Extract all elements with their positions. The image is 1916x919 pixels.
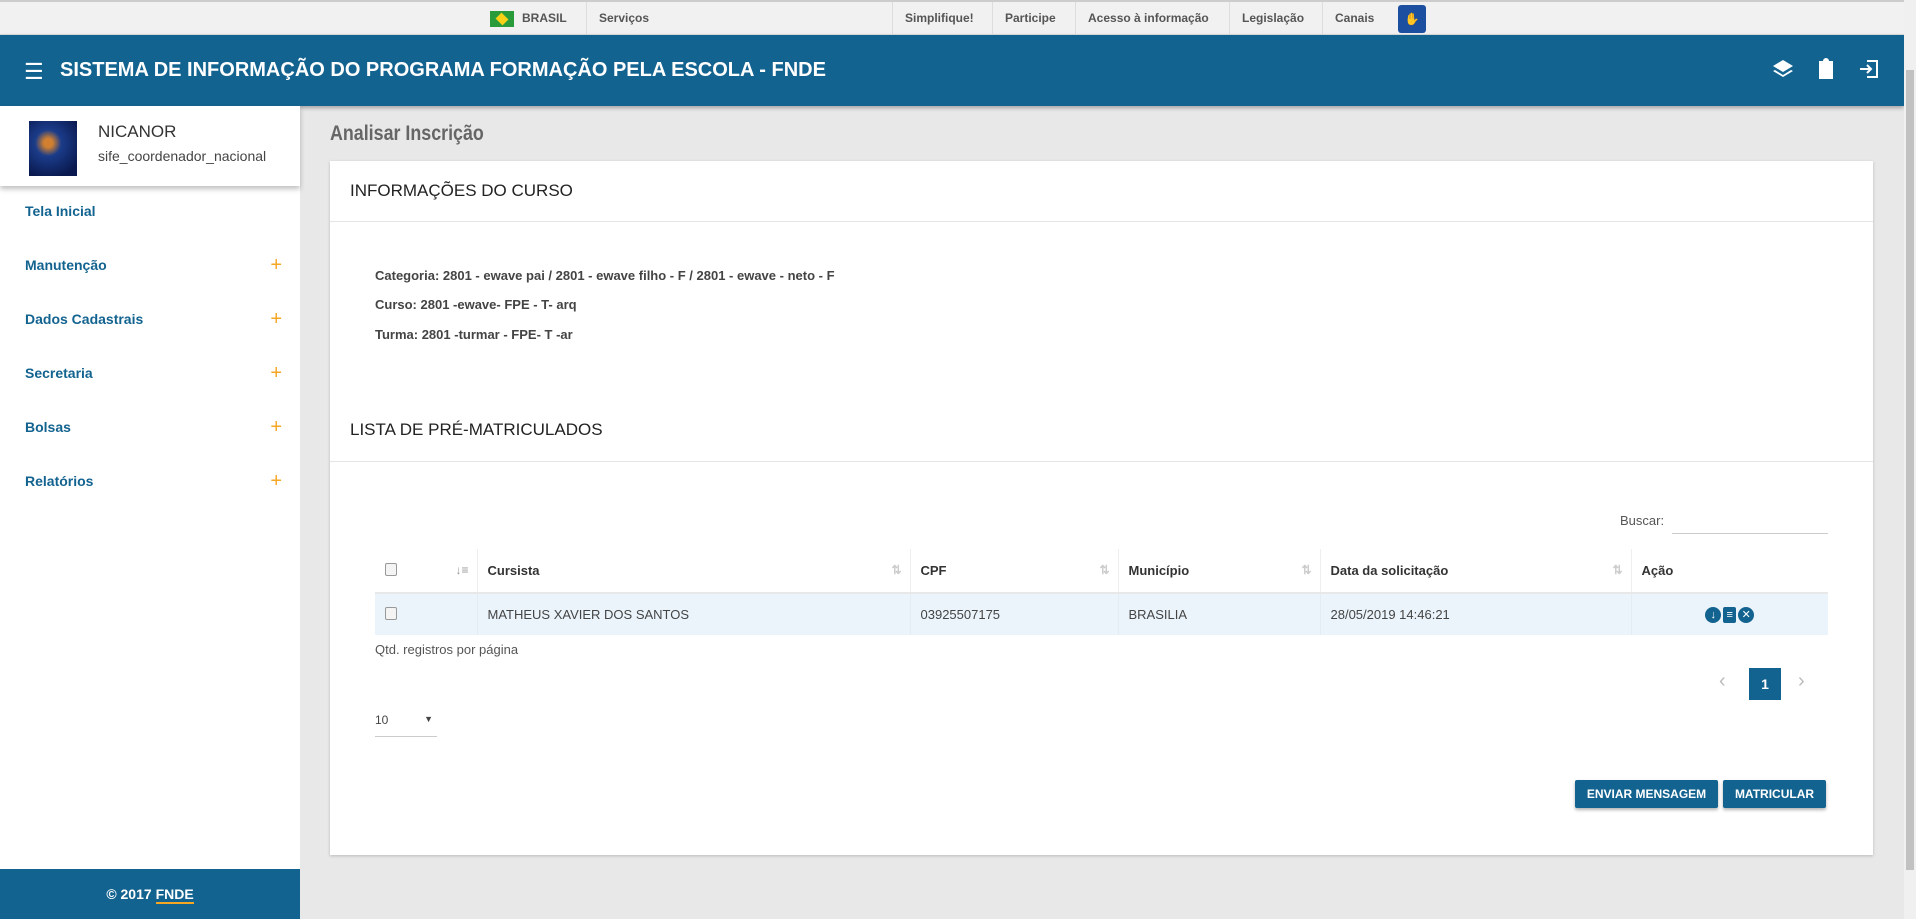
column-label: Data da solicitação [1330, 563, 1449, 578]
per-page-value: 10 [375, 713, 389, 727]
divider [330, 461, 1873, 462]
municipio-cell: BRASILIA [1118, 593, 1321, 635]
per-page-label: Qtd. registros por página [375, 642, 519, 657]
app-header: ☰ SISTEMA DE INFORMAÇÃO DO PROGRAMA FORM… [0, 35, 1904, 106]
course-name: Curso: 2801 -ewave- FPE - T- arq [375, 297, 577, 312]
sidebar-item-dados-cadastrais[interactable]: Dados Cadastrais + [0, 299, 300, 339]
enroll-button[interactable]: MATRICULAR [1723, 780, 1826, 808]
sidebar-item-label: Bolsas [25, 419, 71, 435]
sidebar-item-secretaria[interactable]: Secretaria + [0, 353, 300, 393]
prev-page-icon[interactable]: ‹ [1719, 670, 1726, 693]
send-message-button[interactable]: ENVIAR MENSAGEM [1575, 780, 1718, 808]
gov-top-bar: BRASIL Serviços Simplifique! Participe A… [0, 0, 1904, 35]
sort-icon[interactable]: ↓≡ [455, 563, 468, 577]
brasil-link[interactable]: BRASIL [478, 2, 579, 35]
column-label: CPF [920, 563, 947, 578]
layers-icon[interactable] [1771, 57, 1797, 83]
column-label: Cursista [487, 563, 540, 578]
servicos-link[interactable]: Serviços [586, 2, 892, 35]
table-row: MATHEUS XAVIER DOS SANTOS 03925507175 BR… [375, 593, 1828, 635]
row-select-cell [375, 593, 478, 635]
sidebar-item-label: Relatórios [25, 473, 94, 489]
plus-icon: + [270, 254, 282, 276]
course-class: Turma: 2801 -turmar - FPE- T -ar [375, 327, 573, 342]
plus-icon: + [270, 470, 282, 492]
sidebar-item-label: Dados Cadastrais [25, 311, 144, 327]
actions-cell: ↓ ≡ ✕ [1631, 593, 1828, 635]
canais-link[interactable]: Canais [1322, 2, 1392, 35]
column-header-data[interactable]: Data da solicitação ⇅ [1320, 549, 1632, 594]
sidebar-item-manutencao[interactable]: Manutenção + [0, 245, 300, 285]
column-header-acao: Ação [1631, 549, 1828, 594]
accessibility-icon[interactable]: ✋ [1398, 5, 1426, 33]
plus-icon: + [270, 308, 282, 330]
sort-icon: ⇅ [1099, 563, 1110, 577]
sidebar-item-relatorios[interactable]: Relatórios + [0, 461, 300, 501]
page-1-button[interactable]: 1 [1749, 668, 1781, 700]
per-page-select[interactable]: 10 ▼ [375, 713, 437, 737]
sidebar-item-bolsas[interactable]: Bolsas + [0, 407, 300, 447]
fnde-link[interactable]: FNDE [155, 886, 194, 904]
clipboard-icon[interactable] [1814, 57, 1840, 83]
data-cell: 28/05/2019 14:46:21 [1320, 593, 1632, 635]
cancel-circle-icon[interactable]: ✕ [1738, 607, 1755, 623]
column-label: Ação [1641, 563, 1674, 578]
cpf-cell: 03925507175 [910, 593, 1119, 635]
sidebar-item-label: Manutenção [25, 257, 107, 273]
next-page-icon[interactable]: › [1798, 670, 1805, 693]
select-all-checkbox[interactable] [385, 562, 397, 576]
column-label: Município [1128, 563, 1190, 578]
row-checkbox[interactable] [385, 606, 397, 620]
logout-icon[interactable] [1857, 57, 1883, 83]
sort-icon: ⇅ [891, 563, 902, 577]
legislacao-link[interactable]: Legislação [1229, 2, 1316, 35]
menu-icon[interactable]: ☰ [24, 59, 44, 85]
cloud-download-icon[interactable]: ↓ [1705, 607, 1722, 623]
column-header-municipio[interactable]: Município ⇅ [1118, 549, 1321, 594]
sidebar-item-tela-inicial[interactable]: Tela Inicial [0, 191, 300, 231]
dropdown-arrow-icon: ▼ [424, 714, 433, 724]
user-role: sife_coordenador_nacional [98, 148, 267, 164]
search-label: Buscar: [1620, 513, 1665, 528]
cursista-cell: MATHEUS XAVIER DOS SANTOS [477, 593, 911, 635]
brazil-flag-icon [490, 10, 514, 27]
divider [330, 221, 1873, 222]
sidebar-item-label: Secretaria [25, 365, 93, 381]
sidebar: NICANOR sife_coordenador_nacional Tela I… [0, 106, 300, 919]
course-info-heading: INFORMAÇÕES DO CURSO [350, 181, 573, 200]
plus-icon: + [270, 362, 282, 384]
scrollbar-thumb[interactable] [1906, 70, 1914, 870]
app-title: SISTEMA DE INFORMAÇÃO DO PROGRAMA FORMAÇ… [60, 59, 826, 81]
simplifique-link[interactable]: Simplifique! [892, 2, 986, 35]
pre-enrolled-table: ↓≡ Cursista ⇅ CPF ⇅ Município ⇅ Data da sol… [375, 549, 1828, 635]
document-icon[interactable]: ≡ [1723, 607, 1737, 623]
avatar [29, 121, 77, 176]
plus-icon: + [270, 416, 282, 438]
sort-icon: ⇅ [1612, 563, 1623, 577]
page-title: Analisar Inscrição [330, 122, 484, 145]
vertical-scrollbar[interactable] [1904, 0, 1916, 919]
sort-icon: ⇅ [1301, 563, 1312, 577]
user-panel: NICANOR sife_coordenador_nacional [0, 106, 300, 186]
search-input[interactable] [1672, 506, 1828, 534]
sidebar-item-label: Tela Inicial [25, 203, 96, 219]
copyright-text: © 2017 [106, 886, 152, 902]
pre-enrolled-heading: LISTA DE PRÉ-MATRICULADOS [350, 420, 603, 439]
content-card: INFORMAÇÕES DO CURSO Categoria: 2801 - e… [330, 161, 1873, 855]
participe-link[interactable]: Participe [992, 2, 1068, 35]
select-all-header: ↓≡ [375, 549, 478, 594]
user-name: NICANOR [98, 122, 177, 141]
acesso-informacao-link[interactable]: Acesso à informação [1075, 2, 1221, 35]
sidebar-footer: © 2017 FNDE [0, 869, 300, 919]
column-header-cpf[interactable]: CPF ⇅ [910, 549, 1119, 594]
course-category: Categoria: 2801 - ewave pai / 2801 - ewa… [375, 268, 835, 283]
column-header-cursista[interactable]: Cursista ⇅ [477, 549, 911, 594]
